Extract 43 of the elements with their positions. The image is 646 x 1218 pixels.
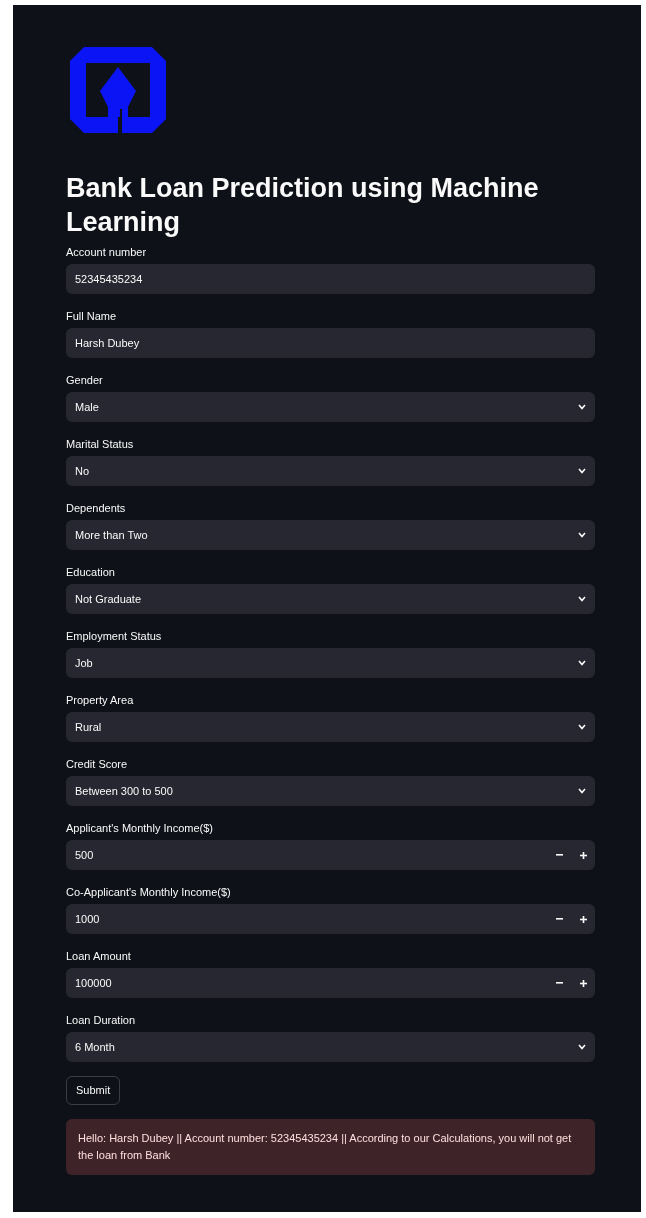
minus-icon [555,982,563,984]
number-field[interactable]: 500 [66,840,595,870]
number-field[interactable]: 1000 [66,904,595,934]
plus-icon [579,915,587,923]
chevron-down-icon [578,404,586,410]
plus-icon [579,979,587,987]
field-label: Co-Applicant's Monthly Income($) [66,885,232,899]
plus-icon [579,851,587,859]
select-field[interactable]: Male [66,392,595,422]
select-field[interactable]: Job [66,648,595,678]
error-message: Hello: Harsh Dubey || Account number: 52345435234 || According to our Calculations, you will not get the loan from Bank [66,1118,595,1175]
field-label: Credit Score [66,757,129,771]
select-field[interactable]: More than Two [66,520,595,550]
minus-icon [555,854,563,856]
select-field[interactable]: 6 Month [66,1032,595,1062]
field-label: Dependents [66,501,127,515]
submit-button[interactable]: Submit [66,1076,121,1105]
field-label: Gender [66,373,104,387]
field-label: Marital Status [66,437,135,451]
chevron-down-icon [578,660,586,666]
page-title: Bank Loan Prediction using Machine Learning [66,172,540,239]
chevron-down-icon [578,1044,586,1050]
minus-icon [555,918,563,920]
select-field[interactable]: Between 300 to 500 [66,776,595,806]
number-field[interactable]: 100000 [66,968,595,998]
chevron-down-icon [578,724,586,730]
field-label: Property Area [66,693,135,707]
field-label: Loan Amount [66,949,132,963]
field-label: Full Name [66,309,118,323]
input-field[interactable]: 52345435234 [66,264,595,294]
chevron-down-icon [578,788,586,794]
field-label: Account number [66,245,148,259]
chevron-down-icon [578,596,586,602]
input-field[interactable]: Harsh Dubey [66,328,595,358]
field-label: Loan Duration [66,1013,137,1027]
field-label: Employment Status [66,629,163,643]
select-field[interactable]: Rural [66,712,595,742]
field-label: Applicant's Monthly Income($) [66,821,214,835]
chevron-down-icon [578,532,586,538]
field-label: Education [66,565,116,579]
chevron-down-icon [578,468,586,474]
select-field[interactable]: Not Graduate [66,584,595,614]
select-field[interactable]: No [66,456,595,486]
